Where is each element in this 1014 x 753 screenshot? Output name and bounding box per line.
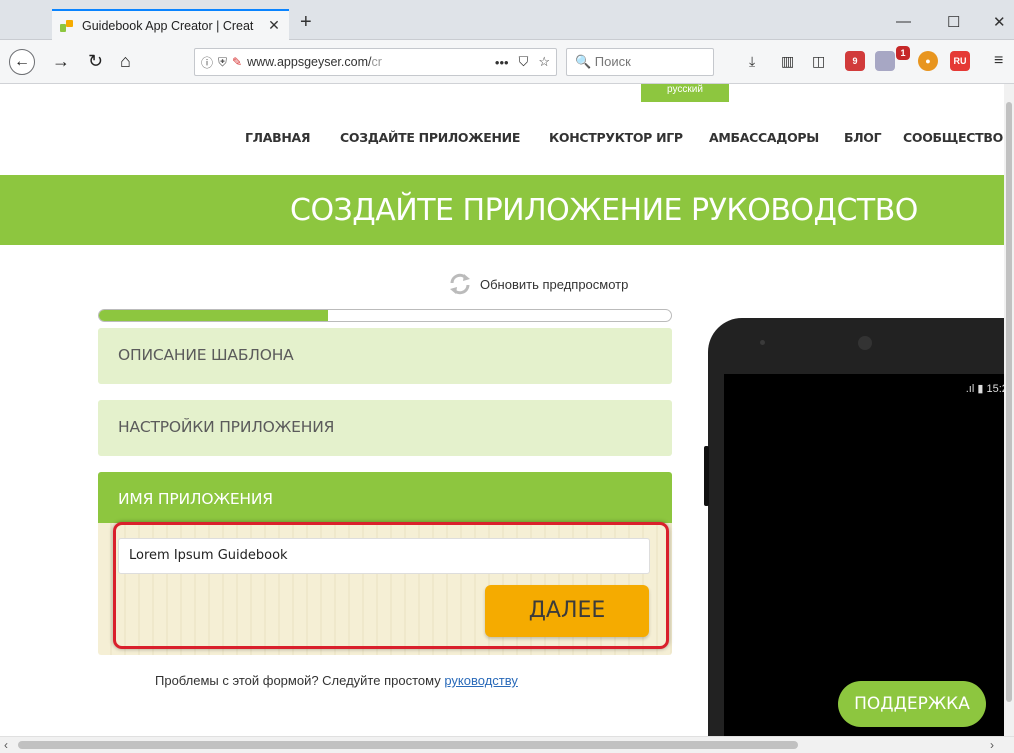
blocked-camera-icon[interactable]: ✎ xyxy=(232,55,242,69)
page-banner: СОЗДАЙТЕ ПРИЛОЖЕНИЕ РУКОВОДСТВО xyxy=(0,175,1004,245)
highlight-frame xyxy=(113,522,669,649)
section-app-settings[interactable]: НАСТРОЙКИ ПРИЛОЖЕНИЯ xyxy=(98,400,672,456)
browser-nav-bar: ← → ↻ ⌂ ⓘ ⛨ ✎ www.appsgeyser.com/cr ••• … xyxy=(0,40,1014,84)
scroll-left-icon[interactable]: ‹ xyxy=(4,737,8,753)
url-bar[interactable]: ⓘ ⛨ ✎ www.appsgeyser.com/cr ••• ⛉ ☆ xyxy=(194,48,557,76)
refresh-preview-button[interactable]: Обновить предпросмотр xyxy=(446,270,628,298)
phone-status-bar: .ıl ▮ 15:21 xyxy=(965,383,1004,395)
bookmark-star-icon[interactable]: ☆ xyxy=(538,54,550,70)
phone-side-button xyxy=(704,446,709,506)
progress-fill xyxy=(99,310,328,321)
nav-blog[interactable]: БЛОГ xyxy=(844,130,882,145)
extension-ru-icon[interactable]: RU xyxy=(950,51,970,71)
main-navigation: ГЛАВНАЯ СОЗДАЙТЕ ПРИЛОЖЕНИЕ КОНСТРУКТОР … xyxy=(0,130,1004,150)
minimize-button[interactable]: — xyxy=(896,13,911,30)
scroll-thumb[interactable] xyxy=(1006,102,1012,702)
back-arrow-icon[interactable]: ← xyxy=(9,49,35,75)
phone-camera xyxy=(858,336,872,350)
nav-home[interactable]: ГЛАВНАЯ xyxy=(245,130,311,145)
nav-game-builder[interactable]: КОНСТРУКТОР ИГР xyxy=(549,130,683,145)
nav-community[interactable]: СООБЩЕСТВО xyxy=(903,130,1003,145)
phone-speaker xyxy=(760,340,765,345)
menu-hamburger-icon[interactable]: ≡ xyxy=(994,52,1003,70)
url-text[interactable]: www.appsgeyser.com/cr xyxy=(247,55,485,69)
refresh-preview-label: Обновить предпросмотр xyxy=(480,276,629,292)
site-info-icon[interactable]: ⓘ xyxy=(201,54,213,71)
extension-badge-icon: 1 xyxy=(896,46,910,60)
sidebar-icon[interactable]: ◫ xyxy=(812,52,825,70)
new-tab-button[interactable]: + xyxy=(300,12,312,32)
reload-icon[interactable]: ↻ xyxy=(88,50,103,72)
section-label: ИМЯ ПРИЛОЖЕНИЯ xyxy=(118,490,273,508)
progress-bar xyxy=(98,309,672,322)
browser-tab-bar: Guidebook App Creator | Creat ✕ + — ☐ ✕ xyxy=(0,0,1014,40)
tracking-shield-icon[interactable]: ⛨ xyxy=(218,55,227,70)
guide-link[interactable]: руководству xyxy=(444,673,518,688)
scroll-right-icon[interactable]: › xyxy=(990,737,994,753)
support-button[interactable]: ПОДДЕРЖКА xyxy=(838,681,986,727)
browser-tab[interactable]: Guidebook App Creator | Creat ✕ xyxy=(52,9,289,40)
page-actions-icon[interactable]: ••• xyxy=(495,55,509,70)
pocket-icon[interactable]: ⛉ xyxy=(519,54,529,70)
extension-shield-icon[interactable] xyxy=(875,51,895,71)
refresh-icon xyxy=(450,273,470,295)
phone-preview: .ıl ▮ 15:21 xyxy=(704,318,1004,736)
section-label: НАСТРОЙКИ ПРИЛОЖЕНИЯ xyxy=(118,418,335,436)
nav-create-app[interactable]: СОЗДАЙТЕ ПРИЛОЖЕНИЕ xyxy=(340,130,520,145)
section-label: ОПИСАНИЕ ШАБЛОНА xyxy=(118,346,294,364)
help-text: Проблемы с этой формой? Следуйте простом… xyxy=(155,673,518,688)
tab-title: Guidebook App Creator | Creat xyxy=(82,18,254,33)
download-icon[interactable]: ⤓ xyxy=(749,52,755,70)
search-input[interactable]: 🔍 Поиск xyxy=(566,48,714,76)
section-template-description[interactable]: ОПИСАНИЕ ШАБЛОНА xyxy=(98,328,672,384)
extension-ublock-icon[interactable]: 9 xyxy=(845,51,865,71)
web-page: русский ГЛАВНАЯ СОЗДАЙТЕ ПРИЛОЖЕНИЕ КОНС… xyxy=(0,84,1004,736)
horizontal-scrollbar[interactable]: ‹ › xyxy=(0,736,1014,753)
tab-close-icon[interactable]: ✕ xyxy=(267,17,281,34)
extension-monkey-icon[interactable]: ● xyxy=(918,51,938,71)
library-icon[interactable]: ▥ xyxy=(781,52,794,70)
home-icon[interactable]: ⌂ xyxy=(120,50,131,72)
section-app-name[interactable]: ИМЯ ПРИЛОЖЕНИЯ xyxy=(98,472,672,524)
vertical-scrollbar[interactable] xyxy=(1004,84,1014,736)
language-button[interactable]: русский xyxy=(641,84,729,102)
nav-ambassadors[interactable]: АМБАССАДОРЫ xyxy=(709,130,819,145)
appsgeyser-favicon-icon xyxy=(60,19,74,32)
scroll-thumb[interactable] xyxy=(18,741,798,749)
maximize-button[interactable]: ☐ xyxy=(947,13,960,31)
close-window-button[interactable]: ✕ xyxy=(993,13,1006,31)
forward-arrow-icon[interactable]: → xyxy=(52,50,70,72)
page-title: СОЗДАЙТЕ ПРИЛОЖЕНИЕ РУКОВОДСТВО xyxy=(290,193,918,228)
